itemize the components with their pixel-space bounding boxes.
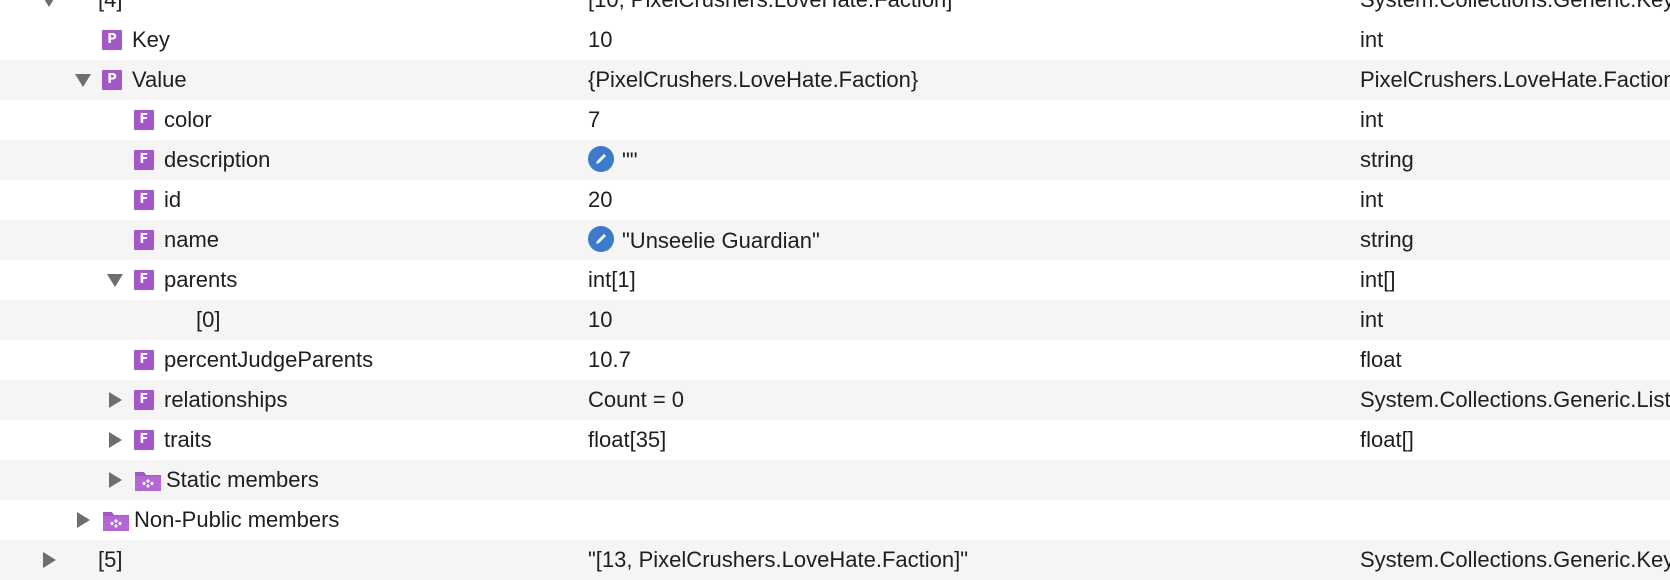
tree-row-item-4[interactable]: [4] [10, PixelCrushers.LoveHate.Faction]… xyxy=(0,0,1670,20)
field-icon: F xyxy=(134,190,154,210)
expand-arrow-icon[interactable] xyxy=(38,540,60,580)
row-value: 10 xyxy=(588,27,613,52)
row-name: description xyxy=(164,147,271,172)
expand-arrow-icon[interactable] xyxy=(72,500,94,540)
field-icon: F xyxy=(134,430,154,450)
row-name: Static members xyxy=(166,467,319,492)
row-type: string xyxy=(1360,227,1414,252)
row-name: traits xyxy=(164,427,212,452)
row-type: int xyxy=(1360,187,1384,212)
row-type: System.Collections.Generic.KeyValuePair xyxy=(1360,547,1670,572)
collapse-arrow-icon[interactable] xyxy=(104,260,126,300)
row-name: name xyxy=(164,227,220,252)
field-icon: F xyxy=(134,270,154,290)
tree-row-traits[interactable]: F traits float[35] float[] xyxy=(0,420,1670,460)
row-value: "[13, PixelCrushers.LoveHate.Faction]" xyxy=(588,547,969,572)
tree-row-id[interactable]: F id 20 int xyxy=(0,180,1670,220)
row-name: color xyxy=(164,107,212,132)
row-type: float[] xyxy=(1360,427,1414,452)
field-icon: F xyxy=(134,150,154,170)
tree-row-parents[interactable]: F parents int[1] int[] xyxy=(0,260,1670,300)
expand-arrow-icon[interactable] xyxy=(104,460,126,500)
tree-row-relationships[interactable]: F relationships Count = 0 System.Collect… xyxy=(0,380,1670,420)
row-type: int[] xyxy=(1360,267,1396,292)
folder-members-icon xyxy=(102,508,132,532)
property-icon: P xyxy=(102,30,122,50)
pencil-edit-icon[interactable] xyxy=(588,226,614,253)
row-name: percentJudgeParents xyxy=(164,347,374,372)
tree-row-index-0[interactable]: [0] 10 int xyxy=(0,300,1670,340)
row-value: "Unseelie Guardian" xyxy=(622,228,820,254)
tree-row-key[interactable]: P Key 10 int xyxy=(0,20,1670,60)
row-name: id xyxy=(164,187,182,212)
row-value: [10, PixelCrushers.LoveHate.Faction] xyxy=(588,0,1358,20)
property-icon: P xyxy=(102,70,122,90)
row-type: int xyxy=(1360,107,1384,132)
tree-row-color[interactable]: F color 7 int xyxy=(0,100,1670,140)
tree-row-percent-judge-parents[interactable]: F percentJudgeParents 10.7 float xyxy=(0,340,1670,380)
field-icon: F xyxy=(134,110,154,130)
field-icon: F xyxy=(134,230,154,250)
collapse-arrow-icon[interactable] xyxy=(38,0,60,20)
tree-row-name[interactable]: F name "Unseelie Guardian" string xyxy=(0,220,1670,260)
collapse-arrow-icon[interactable] xyxy=(72,60,94,100)
row-value: "" xyxy=(622,148,638,174)
row-value: int[1] xyxy=(588,267,636,292)
tree-row-description[interactable]: F description "" string xyxy=(0,140,1670,180)
row-type: PixelCrushers.LoveHate.Faction xyxy=(1360,67,1670,92)
tree-row-static-members[interactable]: Static members xyxy=(0,460,1670,500)
row-type: float xyxy=(1360,347,1402,372)
field-icon: F xyxy=(134,350,154,370)
expand-arrow-icon[interactable] xyxy=(104,380,126,420)
row-type: string xyxy=(1360,147,1414,172)
row-name: relationships xyxy=(164,387,288,412)
row-name: [0] xyxy=(196,307,221,332)
row-value: {PixelCrushers.LoveHate.Faction} xyxy=(588,67,919,92)
row-value: 7 xyxy=(588,107,601,132)
row-value: 10.7 xyxy=(588,347,631,372)
tree-row-value[interactable]: P Value {PixelCrushers.LoveHate.Faction}… xyxy=(0,60,1670,100)
row-type: int xyxy=(1360,307,1384,332)
row-value: Count = 0 xyxy=(588,387,685,412)
row-name: Key xyxy=(132,27,170,52)
tree-row-non-public-members[interactable]: Non-Public members xyxy=(0,500,1670,540)
pencil-edit-icon[interactable] xyxy=(588,146,614,173)
row-type: System.Collections.Generic.List<PixelCru… xyxy=(1360,387,1670,412)
row-name: Value xyxy=(132,67,187,92)
row-value: float[35] xyxy=(588,427,667,452)
row-type: System.Collections.Generic.KeyValuePair<… xyxy=(1360,0,1670,20)
row-name: Non-Public members xyxy=(134,507,340,532)
tree-row-item-5[interactable]: [5] "[13, PixelCrushers.LoveHate.Faction… xyxy=(0,540,1670,580)
row-name: [4] xyxy=(98,0,122,20)
row-name: [5] xyxy=(98,547,123,572)
row-name: parents xyxy=(164,267,238,292)
expand-arrow-icon[interactable] xyxy=(104,420,126,460)
folder-members-icon xyxy=(134,468,164,492)
field-icon: F xyxy=(134,390,154,410)
row-type: int xyxy=(1360,27,1384,52)
row-value: 20 xyxy=(588,187,613,212)
row-value: 10 xyxy=(588,307,613,332)
